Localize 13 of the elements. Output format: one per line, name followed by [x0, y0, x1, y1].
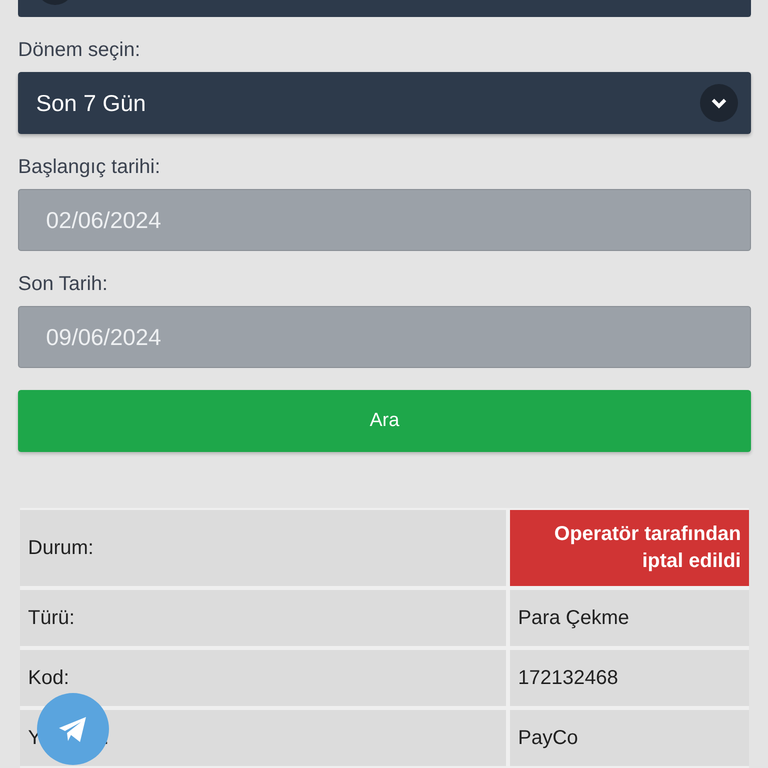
table-cell: Para Çekme: [510, 590, 749, 646]
table-cell: 172132468: [510, 650, 749, 706]
row-label: Türü:: [28, 606, 75, 630]
field-label: Dönem seçin:: [18, 39, 142, 62]
chevron-down-icon: [700, 84, 738, 122]
field-label: Başlangıç tarihi:: [18, 156, 162, 179]
status-badge: Operatör tarafından iptal edildi: [510, 510, 749, 586]
search-button[interactable]: Ara: [18, 390, 751, 452]
period-select[interactable]: Son 7 Gün: [18, 72, 751, 134]
row-label: Durum:: [28, 536, 94, 560]
table-cell: PayCo: [510, 710, 749, 766]
row-label: Kod:: [28, 666, 70, 690]
field-label: Son Tarih:: [18, 273, 109, 296]
